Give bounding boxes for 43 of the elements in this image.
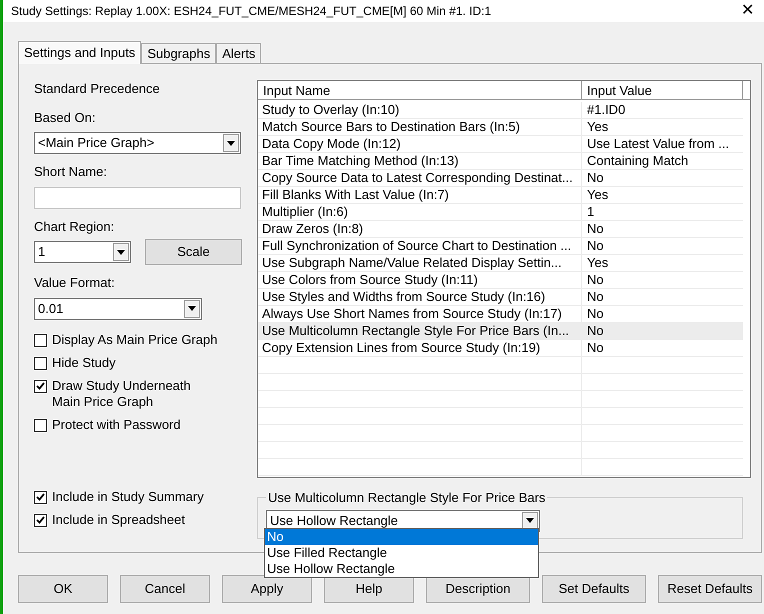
table-cell-text: No — [586, 170, 604, 186]
precedence-label: Standard Precedence — [34, 80, 161, 98]
field-label: Chart Region: — [34, 218, 116, 236]
table-cell-text: 1 — [586, 204, 594, 220]
table-cell: Use Subgraph Name/Value Related Display Settin... — [258, 255, 582, 271]
window-title: Study Settings: Replay 1.00X: ESH24_FUT_CME/MESH24_FUT_CME[M] 60 Min #1. ID:1 — [11, 3, 492, 20]
checkbox-label: Draw Study Underneath Main Price Graph — [52, 378, 192, 410]
group-title: Use Multicolumn Rectangle Style For Price Bars — [267, 489, 546, 507]
table-cell: Bar Time Matching Method (In:13) — [258, 153, 582, 169]
table-cell-text: No — [586, 323, 604, 339]
table-cell: Always Use Short Names from Source Study (In:17) — [258, 306, 582, 322]
checkbox-label: Include in Study Summary — [52, 488, 204, 504]
table-cell: Copy Source Data to Latest Corresponding Destinat... — [258, 170, 582, 186]
field-label: Based On: — [34, 108, 96, 126]
table-cell: Fill Blanks With Last Value (In:7) — [258, 187, 582, 203]
checkbox-label: Display As Main Price Graph — [52, 332, 218, 348]
table-cell-text: No — [586, 340, 604, 356]
table-cell-text: No — [586, 272, 604, 288]
table-cell-text: Containing Match — [586, 153, 688, 169]
table-cell-text: Yes — [586, 255, 608, 271]
checkbox-label: Include in Spreadsheet — [52, 512, 185, 528]
table-cell-text: Use Latest Value from ... — [586, 136, 730, 152]
table-cell-text: Yes — [586, 187, 608, 203]
table-cell: Use Styles and Widths from Source Study (In:16) — [258, 289, 582, 305]
table-cell-text: #1.ID0 — [586, 102, 626, 118]
table-cell: Draw Zeros (In:8) — [258, 221, 582, 237]
table-cell-text: No — [586, 238, 604, 254]
table-cell: Match Source Bars to Destination Bars (In:5) — [258, 119, 582, 135]
field-label: Short Name: — [34, 163, 108, 181]
table-cell: Data Copy Mode (In:12) — [258, 136, 582, 152]
checkbox-label: Hide Study — [52, 354, 116, 370]
table-cell-text: No — [586, 289, 604, 305]
table-cell: Multiplier (In:6) — [258, 204, 582, 220]
table-cell: Full Synchronization of Source Chart to Destination ... — [258, 238, 582, 254]
field-label: Value Format: — [34, 274, 116, 292]
table-cell-text: No — [586, 306, 604, 322]
table-cell: Copy Extension Lines from Source Study (In:19) — [258, 340, 582, 356]
table-cell: Use Multicolumn Rectangle Style For Price Bars (In... — [258, 323, 582, 339]
table-cell-text: No — [586, 221, 604, 237]
checkbox-label: Protect with Password — [52, 416, 181, 432]
table-cell-text: Yes — [586, 119, 608, 135]
table-cell: Use Colors from Source Study (In:11) — [258, 272, 582, 288]
table-cell: Study to Overlay (In:10) — [258, 102, 582, 118]
